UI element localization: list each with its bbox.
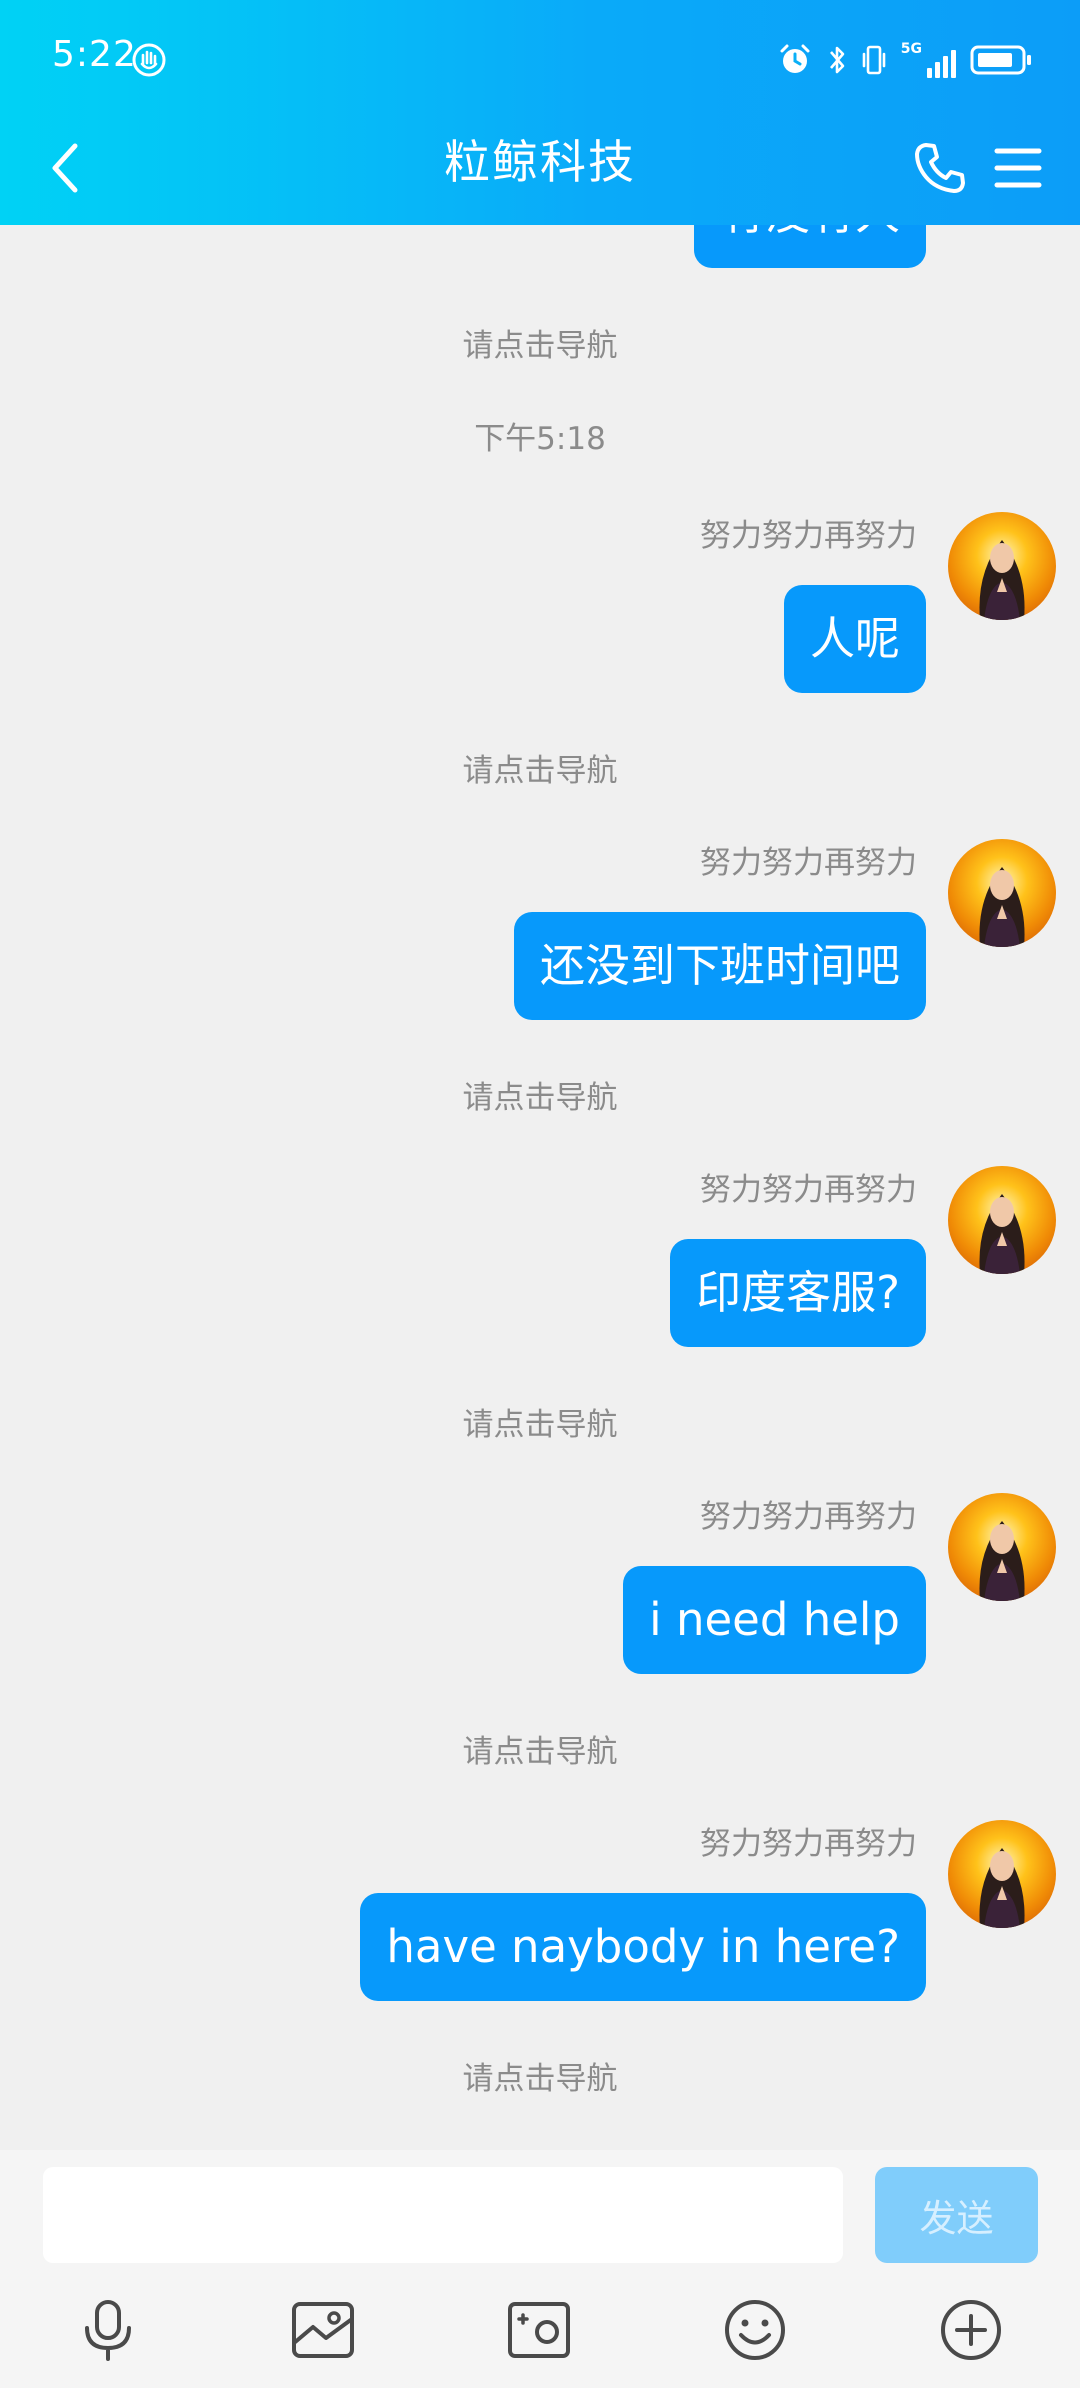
sender-name: 努力努力再努力 — [700, 1499, 917, 1535]
message-input[interactable] — [43, 2167, 843, 2263]
message-timestamp: 下午5:18 — [474, 421, 606, 457]
avatar[interactable] — [948, 839, 1056, 947]
app-header: 5:22 5G 粒鲸科技 — [0, 0, 1080, 225]
avatar-image — [979, 540, 1025, 620]
nav-prompt-text[interactable]: 请点击导航 — [0, 2059, 1080, 2099]
sender-name: 努力努力再努力 — [700, 1172, 917, 1208]
nav-prompt-text[interactable]: 请点击导航 — [0, 1732, 1080, 1772]
message-bubble[interactable]: 人呢 — [783, 585, 926, 693]
nav-prompt-text[interactable]: 请点击导航 — [0, 1078, 1080, 1118]
vibrate-icon — [862, 45, 886, 75]
message-bubble[interactable]: have naybody in here? — [360, 1893, 926, 2001]
camera-button[interactable] — [499, 2290, 579, 2370]
menu-icon — [994, 148, 1042, 188]
battery-icon — [970, 45, 1031, 75]
avatar-image — [979, 867, 1025, 947]
sender-name: 努力努力再努力 — [700, 845, 917, 881]
phone-icon — [915, 143, 965, 193]
sender-name: 努力努力再努力 — [700, 518, 917, 554]
sender-name: 努力努力再努力 — [700, 1826, 917, 1862]
avatar-image — [979, 1521, 1025, 1601]
image-icon — [292, 2302, 354, 2358]
avatar-image — [979, 1194, 1025, 1274]
avatar-image — [979, 1848, 1025, 1928]
microphone-icon — [85, 2300, 131, 2361]
bluetooth-icon — [829, 46, 845, 74]
nav-prompt-text[interactable]: 请点击导航 — [0, 326, 1080, 366]
network-type-label: 5G — [900, 41, 922, 57]
status-bar: 5:22 5G — [0, 0, 1080, 118]
menu-button[interactable] — [983, 128, 1053, 208]
emoji-button[interactable] — [715, 2290, 795, 2370]
hand-icon — [132, 43, 166, 77]
cellular-signal-icon: 5G — [901, 42, 956, 78]
camera-icon — [508, 2302, 570, 2358]
avatar[interactable] — [948, 1166, 1056, 1274]
avatar[interactable] — [948, 1820, 1056, 1928]
composer: 发送 — [0, 2150, 1080, 2388]
alarm-icon — [780, 44, 810, 73]
message-bubble[interactable]: i need help — [623, 1566, 926, 1674]
send-button[interactable]: 发送 — [875, 2167, 1038, 2263]
status-icons: 5G — [777, 38, 1032, 82]
voice-button[interactable] — [68, 2290, 148, 2370]
nav-prompt-text[interactable]: 请点击导航 — [0, 751, 1080, 791]
message-bubble[interactable]: 印度客服? — [670, 1239, 926, 1347]
emoji-icon — [725, 2300, 785, 2360]
nav-prompt-text[interactable]: 请点击导航 — [0, 1405, 1080, 1445]
more-button[interactable] — [931, 2290, 1011, 2370]
status-time: 5:22 — [52, 34, 137, 75]
nav-bar: 粒鲸科技 — [0, 118, 1080, 225]
avatar[interactable] — [948, 1493, 1056, 1601]
avatar[interactable] — [948, 512, 1056, 620]
call-button[interactable] — [905, 128, 975, 208]
plus-icon — [941, 2300, 1001, 2360]
gallery-button[interactable] — [283, 2290, 363, 2370]
message-bubble[interactable]: 还没到下班时间吧 — [513, 912, 926, 1020]
